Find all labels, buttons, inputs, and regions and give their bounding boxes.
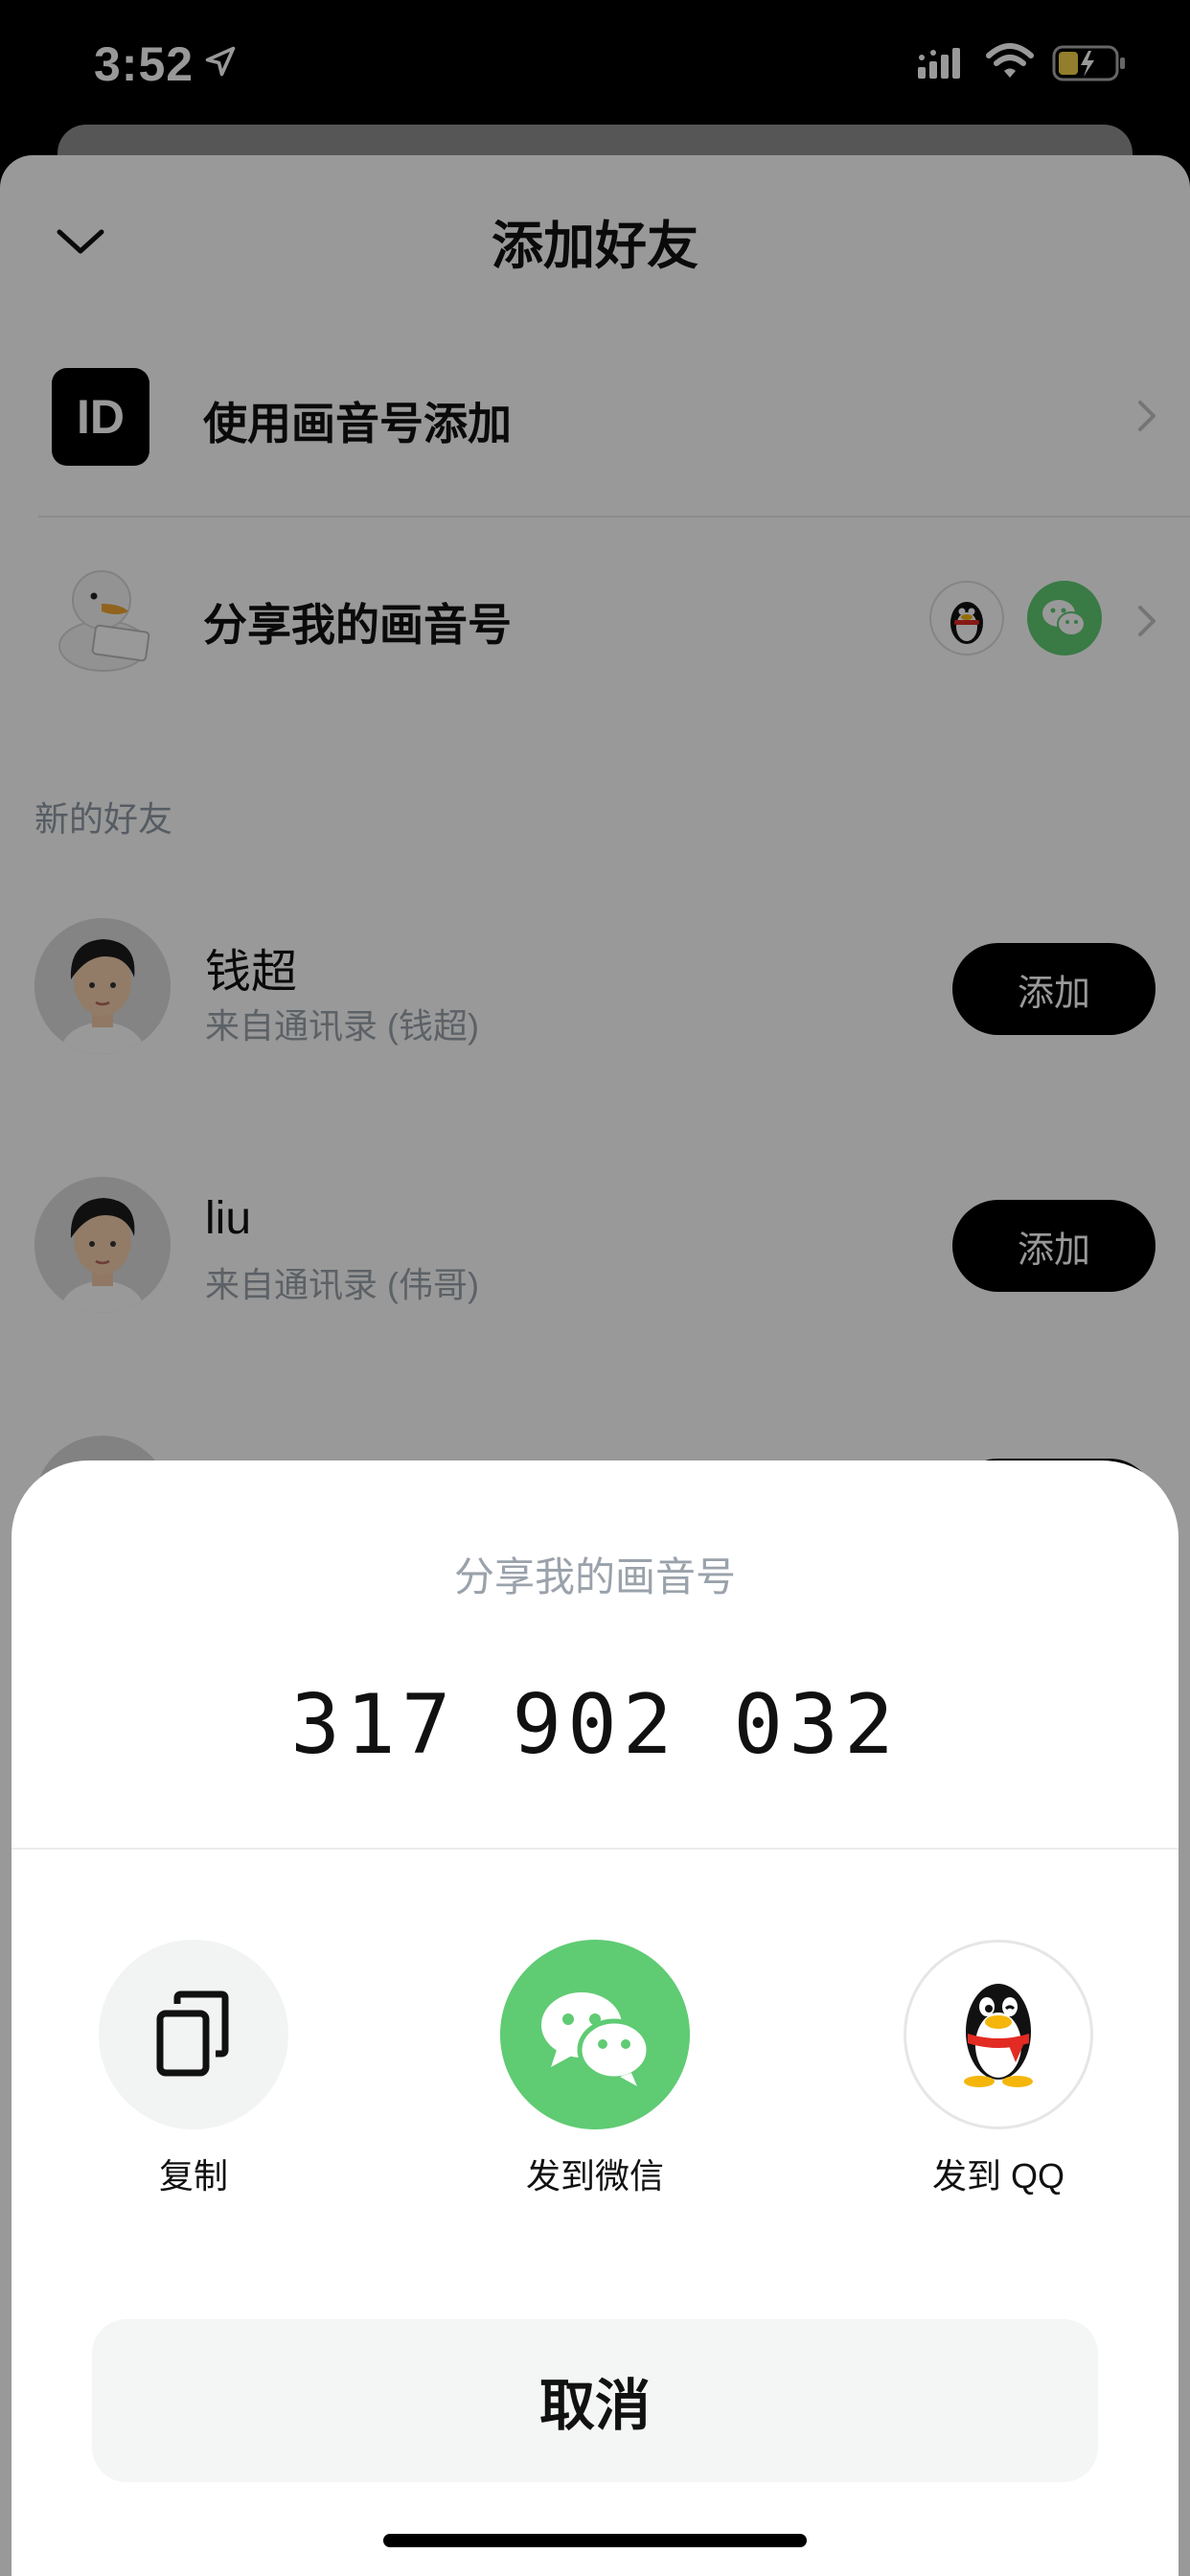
cellular-signal-icon — [918, 48, 960, 79]
wifi-icon — [986, 43, 1034, 78]
row-divider — [38, 516, 1190, 518]
id-badge-text: ID — [77, 390, 125, 444]
send-qq-action[interactable]: 发到 QQ — [903, 1940, 1094, 2198]
memoji-avatar-icon — [34, 918, 171, 1054]
add-friend-button[interactable]: 添加 — [952, 1200, 1156, 1292]
friend-subtitle: 来自通讯录 (伟哥) — [205, 1265, 479, 1304]
friend-name: 钱超 — [205, 947, 298, 998]
new-friends-section-label: 新的好友 — [34, 799, 173, 839]
id-badge-icon[interactable]: ID — [52, 368, 149, 466]
qq-penguin-icon — [964, 1984, 1033, 2087]
use-id-add-label[interactable]: 使用画音号添加 — [203, 389, 512, 452]
friend-subtitle: 来自通讯录 (钱超) — [205, 1006, 479, 1046]
wechat-label: 发到微信 — [525, 2156, 664, 2196]
qq-share-shortcut[interactable] — [929, 581, 1004, 656]
status-bar: 3:52 — [0, 0, 1190, 129]
share-id-modal: 分享我的画音号 317 902 032 复制 发到微信 发到 QQ 取消 — [11, 1460, 1179, 2576]
qq-label: 发到 QQ — [931, 2156, 1064, 2196]
chevron-right-icon[interactable] — [1134, 397, 1161, 435]
modal-divider — [11, 1848, 1179, 1850]
wechat-share-shortcut[interactable] — [1027, 581, 1102, 656]
battery-charging-icon — [1052, 45, 1125, 81]
duck-mascot-icon — [58, 570, 150, 672]
add-friend-button[interactable]: 添加 — [952, 943, 1156, 1035]
avatar[interactable] — [34, 918, 171, 1054]
wechat-button[interactable] — [500, 1940, 690, 2129]
home-indicator[interactable] — [383, 2534, 807, 2547]
chevron-right-icon[interactable] — [1134, 602, 1161, 640]
send-wechat-action[interactable]: 发到微信 — [499, 1940, 691, 2198]
id-number: 317 902 032 — [290, 1677, 900, 1773]
memoji-avatar-icon — [34, 1177, 171, 1313]
copy-button[interactable] — [99, 1940, 288, 2129]
location-arrow-icon — [205, 46, 236, 77]
cancel-button[interactable]: 取消 — [92, 2319, 1098, 2482]
qq-button[interactable] — [904, 1940, 1093, 2129]
copy-icon — [156, 1990, 229, 2077]
copy-label: 复制 — [158, 2156, 228, 2196]
copy-action[interactable]: 复制 — [98, 1940, 289, 2198]
qq-penguin-icon — [950, 602, 983, 644]
page-title: 添加好友 — [492, 218, 698, 275]
share-my-id-label[interactable]: 分享我的画音号 — [203, 590, 512, 654]
avatar[interactable] — [34, 1177, 171, 1313]
wechat-icon — [541, 1992, 652, 2086]
status-time: 3:52 — [94, 37, 195, 91]
wechat-icon — [1042, 600, 1086, 636]
modal-title: 分享我的画音号 — [453, 1554, 736, 1599]
friend-name: liu — [205, 1193, 252, 1244]
